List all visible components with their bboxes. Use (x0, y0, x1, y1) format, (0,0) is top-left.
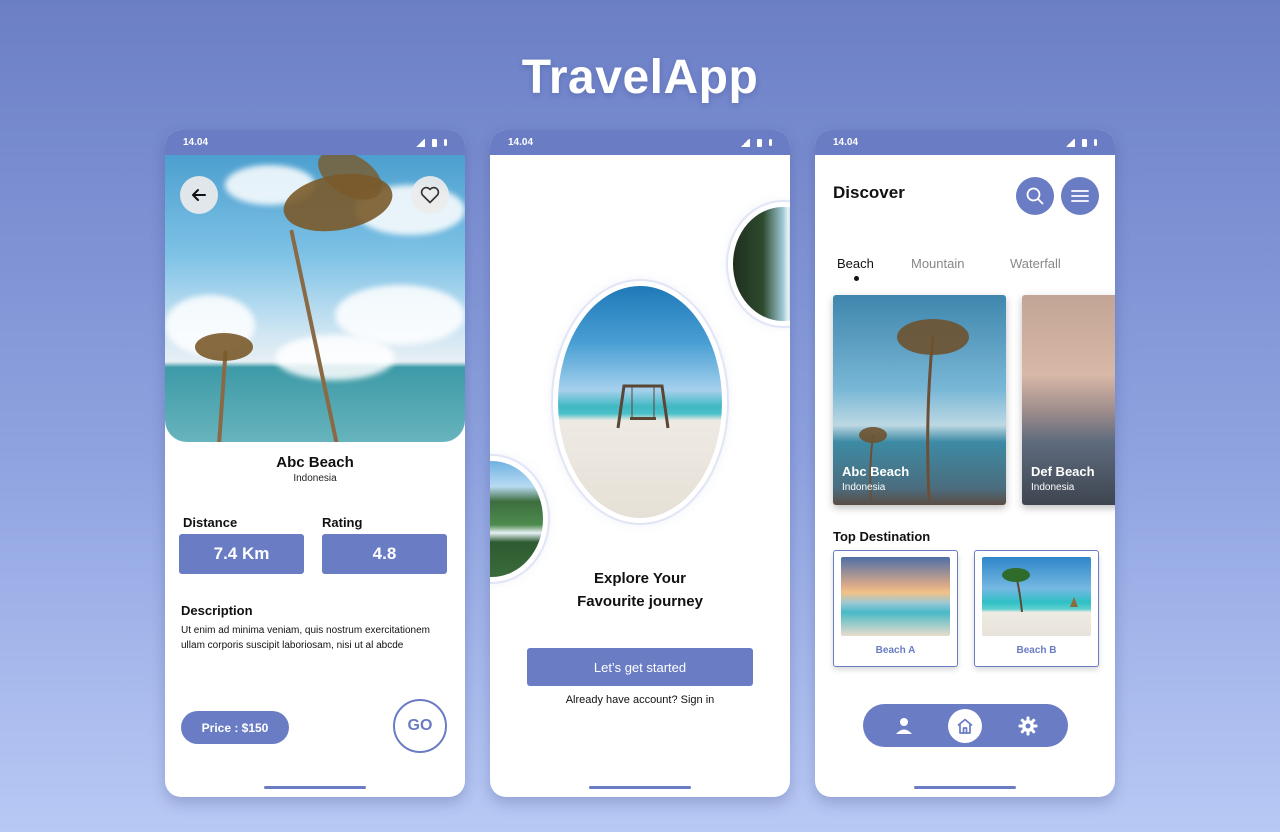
menu-icon (1071, 190, 1089, 202)
destination-card[interactable]: Beach B (974, 550, 1099, 667)
beach-swing-photo (558, 286, 722, 518)
search-icon (1026, 187, 1044, 205)
battery-icon (432, 138, 437, 147)
status-time: 14.04 (508, 137, 534, 148)
tab-mountain[interactable]: Mountain (911, 256, 964, 271)
battery-icon (1082, 138, 1087, 147)
place-card[interactable]: Def Beach Indonesia (1022, 295, 1115, 505)
status-bar: 14.04 (490, 130, 790, 155)
onboarding-heading: Explore Your Favourite journey (577, 570, 703, 610)
description-text: Ut enim ad minima veniam, quis nostrum e… (181, 625, 430, 651)
mic-icon (444, 139, 447, 146)
place-country: Indonesia (293, 473, 337, 484)
favorite-button[interactable] (411, 176, 449, 214)
rating-value: 4.8 (322, 534, 447, 574)
section-title: Top Destination (833, 529, 931, 544)
destination-label: Beach A (875, 645, 916, 656)
place-card[interactable]: Abc Beach Indonesia (833, 295, 1006, 505)
swing-icon (616, 384, 670, 429)
home-indicator (264, 786, 366, 789)
home-indicator (914, 786, 1016, 789)
heart-icon (420, 186, 440, 204)
signal-icon (1065, 138, 1075, 147)
description-title: Description (181, 603, 253, 618)
status-time: 14.04 (183, 137, 209, 148)
home-icon (957, 718, 973, 734)
destination-image (841, 557, 950, 636)
status-time: 14.04 (833, 137, 859, 148)
card-title: Abc Beach (842, 464, 910, 479)
price-badge: Price : $150 (181, 711, 289, 744)
jungle-waterfall-photo (490, 461, 543, 577)
battery-icon (757, 138, 762, 147)
destination-card[interactable]: Beach A (833, 550, 958, 667)
active-tab-indicator (854, 276, 859, 281)
menu-button[interactable] (1061, 177, 1099, 215)
user-icon (896, 717, 912, 734)
tab-waterfall[interactable]: Waterfall (1010, 256, 1061, 271)
tab-beach[interactable]: Beach (837, 256, 874, 271)
mic-icon (1094, 139, 1097, 146)
mic-icon (769, 139, 772, 146)
nav-profile[interactable] (887, 704, 921, 747)
discover-screen: 14.04 Discover Beach Mountain Waterfall (815, 130, 1115, 797)
sign-in-link[interactable]: Already have account? Sign in (490, 694, 790, 706)
waterfall-photo (733, 207, 790, 321)
home-indicator (589, 786, 691, 789)
card-subtitle: Indonesia (1031, 482, 1075, 493)
onboarding-screen: 14.04 Explore Your Favourite journey Let… (490, 130, 790, 797)
palm-tree-icon (1002, 568, 1078, 613)
status-bar: 14.04 (815, 130, 1115, 155)
place-name: Abc Beach (276, 454, 354, 471)
signal-icon (740, 138, 750, 147)
destination-image (982, 557, 1091, 636)
nav-settings[interactable] (1011, 704, 1045, 747)
status-bar: 14.04 (165, 130, 465, 155)
detail-screen: 14.04 Abc Beach Indonesia Distance 7.4 K… (165, 130, 465, 797)
app-title: TravelApp (521, 51, 759, 104)
get-started-button[interactable]: Let’s get started (527, 648, 753, 686)
back-button[interactable] (180, 176, 218, 214)
distance-label: Distance (183, 515, 238, 530)
signal-icon (415, 138, 425, 147)
gear-icon (1018, 716, 1038, 735)
bottom-nav (863, 704, 1068, 747)
nav-home[interactable] (948, 704, 982, 747)
card-subtitle: Indonesia (842, 482, 886, 493)
hero-image (165, 155, 465, 442)
card-title: Def Beach (1031, 464, 1095, 479)
distance-value: 7.4 Km (179, 534, 304, 574)
arrow-left-icon (192, 189, 206, 201)
rating-label: Rating (322, 515, 363, 530)
go-button[interactable]: GO (393, 699, 447, 753)
search-button[interactable] (1016, 177, 1054, 215)
destination-label: Beach B (1016, 645, 1057, 656)
page-title: Discover (833, 183, 905, 202)
